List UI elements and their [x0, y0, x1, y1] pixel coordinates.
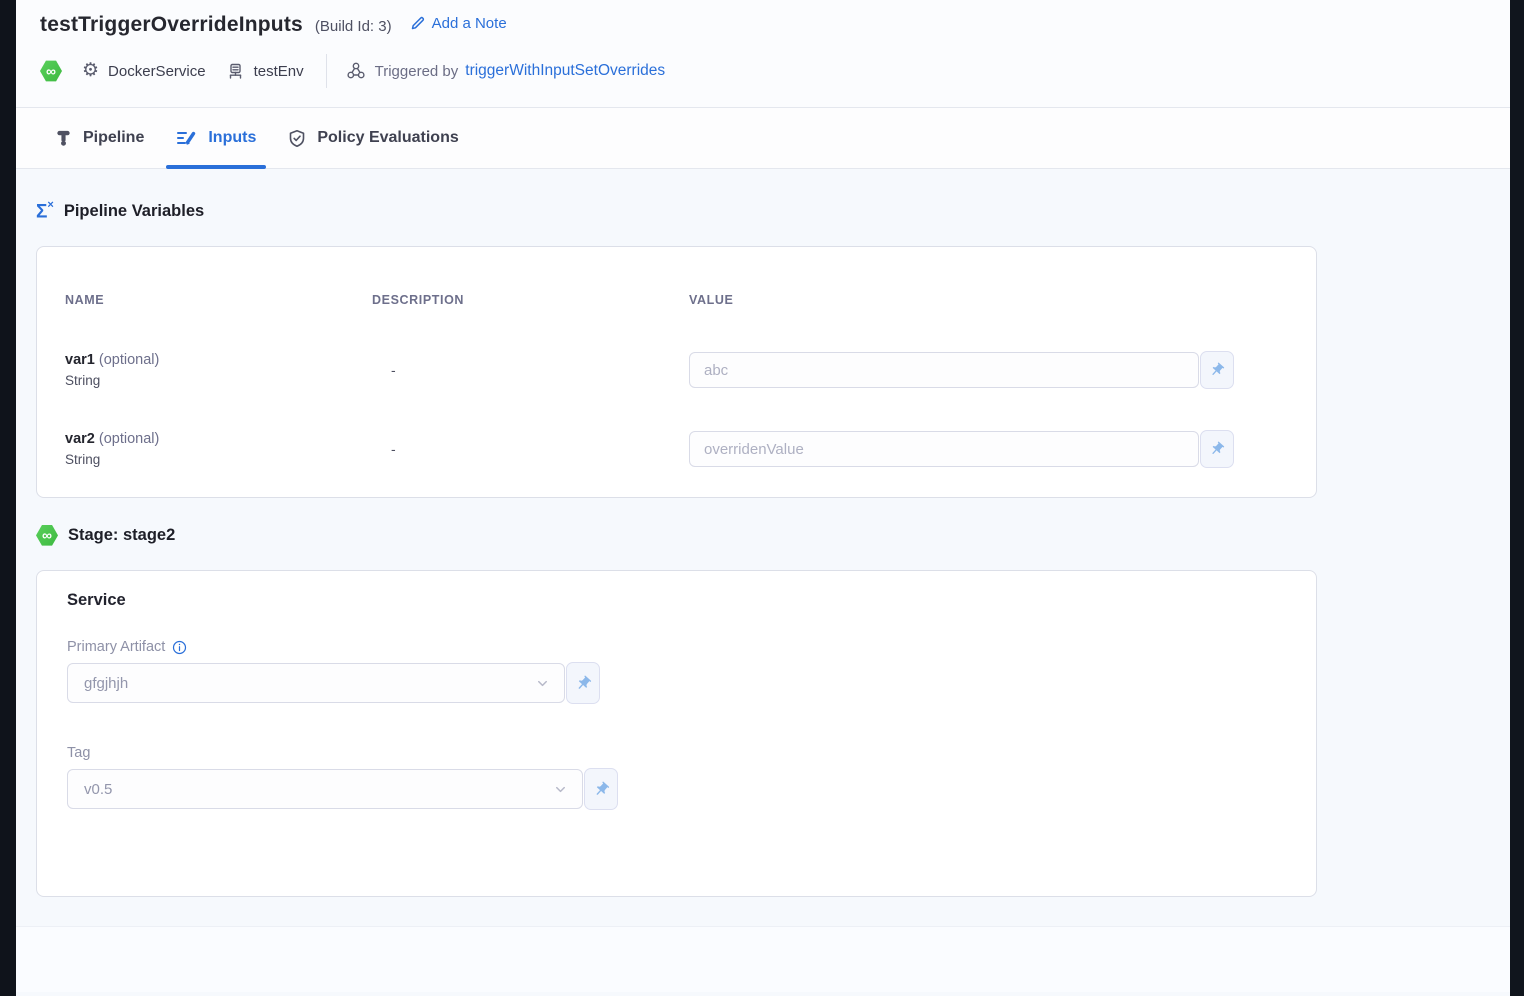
service-card: Service Primary Artifact gfgjhjh — [36, 570, 1317, 897]
pencil-icon — [410, 15, 426, 31]
title-row: testTriggerOverrideInputs (Build Id: 3) … — [40, 13, 1510, 37]
variable-row-var1: var1 (optional) String - — [65, 351, 1288, 389]
tab-inputs[interactable]: Inputs — [166, 108, 266, 168]
tag-select[interactable]: v0.5 — [67, 769, 583, 809]
tag-label: Tag — [67, 745, 90, 761]
primary-artifact-select[interactable]: gfgjhjh — [67, 663, 565, 703]
variable-description: - — [372, 362, 689, 378]
column-description: DESCRIPTION — [372, 293, 689, 307]
cd-stage-icon: ∞ — [40, 60, 62, 82]
pipeline-variables-title: Pipeline Variables — [64, 202, 204, 221]
primary-artifact-value: gfgjhjh — [84, 675, 128, 692]
tag-value: v0.5 — [84, 781, 112, 798]
page-title: testTriggerOverrideInputs — [40, 13, 303, 37]
pipeline-variables-card: NAME DESCRIPTION VALUE var1 (optional) S… — [36, 246, 1317, 498]
pin-icon — [1209, 441, 1225, 457]
add-note-button[interactable]: Add a Note — [410, 15, 507, 32]
execution-page: testTriggerOverrideInputs (Build Id: 3) … — [16, 0, 1510, 996]
variable-name: var2 — [65, 431, 95, 447]
tab-policy-evaluations[interactable]: Policy Evaluations — [278, 108, 468, 168]
service-name: DockerService — [108, 63, 206, 80]
triggered-by-label: Triggered by — [375, 63, 459, 80]
pipeline-variables-heading: Σ× Pipeline Variables — [36, 202, 1510, 221]
tab-pipeline-label: Pipeline — [83, 130, 144, 146]
trigger-link[interactable]: triggerWithInputSetOverrides — [465, 62, 665, 80]
add-note-label: Add a Note — [432, 15, 507, 32]
variable-row-var2: var2 (optional) String - — [65, 430, 1288, 468]
tab-policy-label: Policy Evaluations — [317, 130, 458, 146]
service-section-title: Service — [67, 591, 1286, 610]
var1-pin-button[interactable] — [1200, 351, 1234, 389]
tag-label-row: Tag — [67, 745, 1286, 761]
primary-artifact-pin-button[interactable] — [566, 662, 600, 704]
pin-icon — [1209, 362, 1225, 378]
webhook-trigger-icon — [346, 61, 366, 81]
stage-heading: ∞ Stage: stage2 — [36, 524, 1510, 546]
variables-table-header: NAME DESCRIPTION VALUE — [65, 247, 1288, 307]
stage-title: Stage: stage2 — [68, 526, 175, 545]
variable-type: String — [65, 452, 372, 467]
tag-field: v0.5 — [67, 768, 1286, 810]
bottom-band — [16, 926, 1510, 992]
variable-optional-tag: (optional) — [99, 352, 159, 368]
execution-header: testTriggerOverrideInputs (Build Id: 3) … — [16, 0, 1510, 108]
variables-sigma-icon: Σ× — [36, 202, 54, 221]
tab-pipeline[interactable]: Pipeline — [45, 108, 154, 168]
inputs-edit-icon — [176, 129, 197, 147]
var2-pin-button[interactable] — [1200, 430, 1234, 468]
column-name: NAME — [65, 293, 372, 307]
variable-description: - — [372, 441, 689, 457]
variable-optional-tag: (optional) — [99, 431, 159, 447]
var2-value-input[interactable] — [689, 431, 1199, 467]
column-value: VALUE — [689, 293, 1288, 307]
meta-divider — [326, 54, 327, 88]
chevron-down-icon — [553, 782, 568, 797]
chevron-down-icon — [535, 676, 550, 691]
meta-row: ∞ ⚙ DockerService — [40, 54, 1510, 88]
pin-icon — [575, 675, 592, 692]
inputs-tab-content: Σ× Pipeline Variables NAME DESCRIPTION V… — [16, 169, 1510, 996]
primary-artifact-label: Primary Artifact — [67, 639, 165, 655]
app-shell: testTriggerOverrideInputs (Build Id: 3) … — [0, 0, 1524, 996]
primary-artifact-field: gfgjhjh — [67, 662, 1286, 704]
environment-icon — [226, 62, 245, 81]
infinity-glyph: ∞ — [46, 64, 56, 78]
variable-name-cell: var1 (optional) String — [65, 352, 372, 388]
left-sidebar-edge — [0, 0, 16, 996]
right-sidebar-edge — [1510, 0, 1524, 996]
info-icon[interactable] — [172, 640, 187, 655]
shield-check-icon — [288, 129, 306, 148]
pipeline-icon — [55, 129, 72, 147]
variable-value-cell — [689, 351, 1288, 389]
variable-type: String — [65, 373, 372, 388]
execution-tabbar: Pipeline Inputs — [16, 108, 1510, 169]
var1-value-input[interactable] — [689, 352, 1199, 388]
variable-name: var1 — [65, 352, 95, 368]
variable-name-cell: var2 (optional) String — [65, 431, 372, 467]
stage-hexagon-icon: ∞ — [36, 524, 58, 546]
environment-name: testEnv — [254, 63, 304, 80]
build-id: (Build Id: 3) — [315, 18, 392, 35]
primary-artifact-label-row: Primary Artifact — [67, 639, 1286, 655]
variable-value-cell — [689, 430, 1288, 468]
tab-inputs-label: Inputs — [208, 130, 256, 146]
pin-icon — [593, 781, 610, 798]
tag-pin-button[interactable] — [584, 768, 618, 810]
